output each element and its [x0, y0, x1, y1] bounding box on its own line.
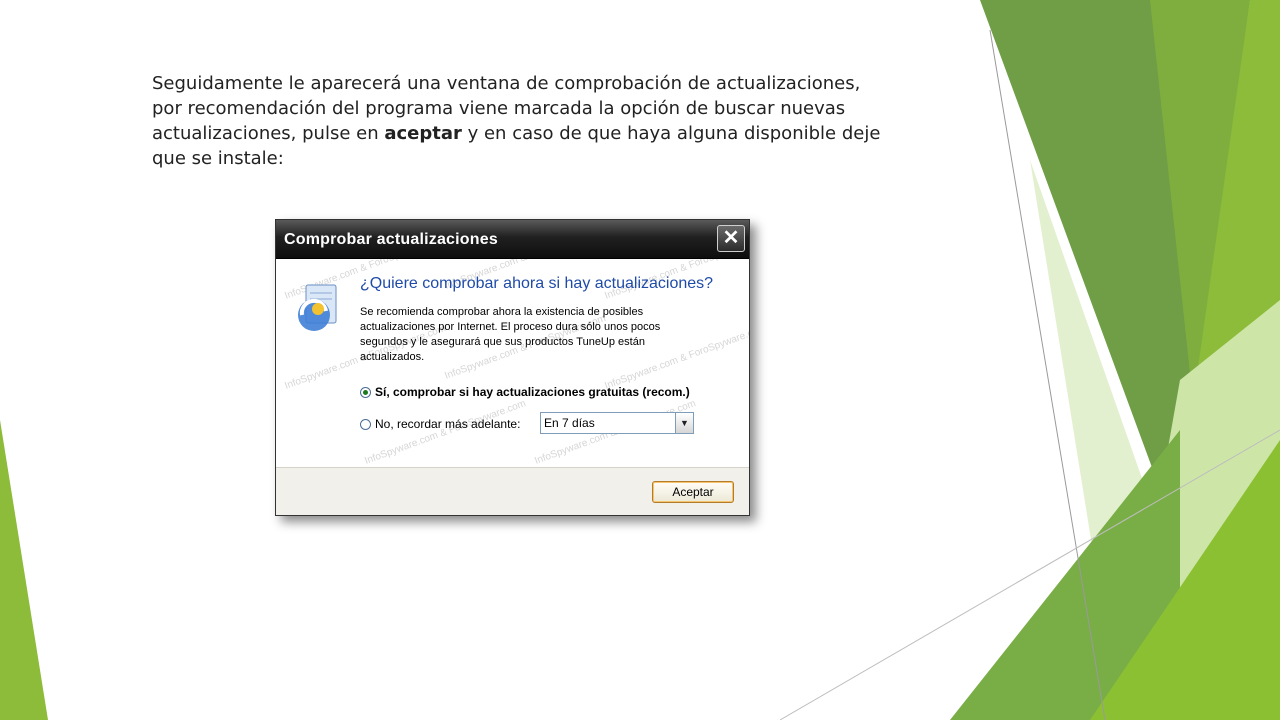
description-text: Se recomienda comprobar ahora la existen…: [360, 306, 661, 363]
dialog-title: Comprobar actualizaciones: [284, 231, 498, 248]
option-check-now-label: Sí, comprobar si hay actualizaciones gra…: [375, 385, 690, 399]
close-icon: ✕: [722, 227, 740, 249]
check-updates-dialog: Comprobar actualizaciones ✕ InfoSpyware.…: [275, 219, 750, 516]
left-green-facet: [0, 420, 48, 720]
question-heading: ¿Quiere comprobar ahora si hay actualiza…: [360, 275, 714, 292]
radio-check-now[interactable]: [360, 386, 371, 398]
remind-interval-value: En 7 días: [544, 416, 595, 430]
option-remind-later[interactable]: No, recordar más adelante:: [360, 417, 520, 431]
remind-interval-select[interactable]: En 7 días ▼: [540, 412, 694, 434]
chevron-down-icon[interactable]: ▼: [675, 413, 693, 433]
option-check-now[interactable]: Sí, comprobar si hay actualizaciones gra…: [360, 385, 690, 399]
watermark-text-7: InfoSpyware.com & ForoSpyware.com: [363, 398, 527, 467]
paragraph-bold-text: aceptar: [384, 123, 462, 144]
dialog-footer: Aceptar: [276, 467, 749, 515]
instruction-paragraph: Seguidamente le aparecerá una ventana de…: [152, 71, 892, 171]
radio-remind-later[interactable]: [360, 418, 371, 430]
close-button[interactable]: ✕: [717, 225, 745, 252]
dialog-titlebar[interactable]: Comprobar actualizaciones ✕: [276, 220, 749, 259]
option-remind-later-label: No, recordar más adelante:: [375, 417, 521, 431]
dialog-content: InfoSpyware.com & ForoSpyware.com InfoSp…: [276, 259, 749, 467]
accept-button[interactable]: Aceptar: [652, 481, 734, 503]
tuneup-update-icon: [298, 284, 337, 331]
